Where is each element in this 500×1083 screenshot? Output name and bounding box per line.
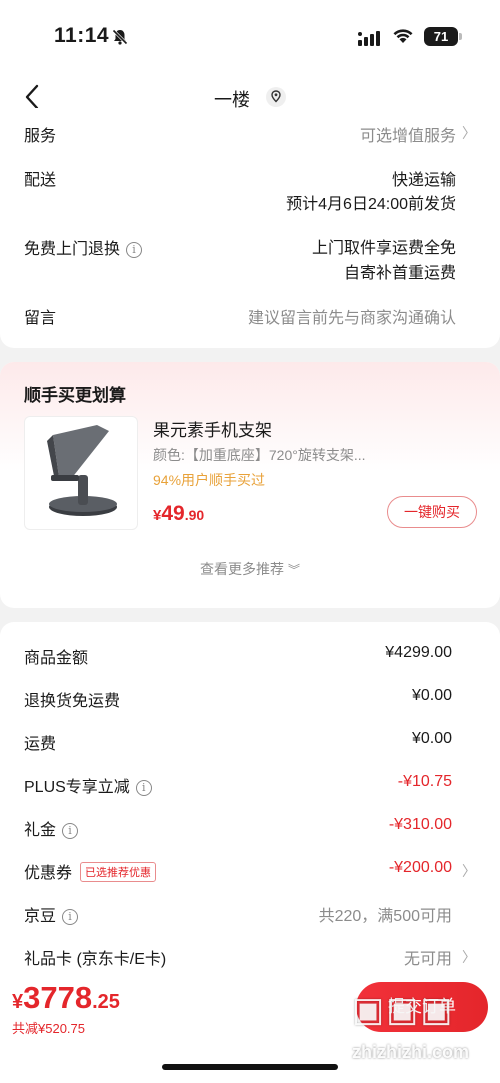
checkout-bar: ¥3778.25 共减¥520.75 提交订单 ▣▣▣ zhizhizhi.co… — [0, 978, 500, 1083]
summary-label: 商品金额 — [24, 650, 89, 667]
product-spec: 颜色:【加重底座】720°旋转支架... — [153, 447, 366, 463]
product-image[interactable] — [24, 416, 138, 530]
summary-value: ¥0.00 — [411, 687, 452, 704]
summary-label: 运费 — [24, 736, 57, 753]
price-dec: .90 — [184, 507, 205, 523]
coupon-value[interactable]: -¥200.00 — [389, 859, 452, 877]
summary-value: ¥0.00 — [411, 730, 452, 747]
phone-stand-icon — [47, 425, 117, 516]
summary-value: -¥310.00 — [388, 816, 452, 833]
chevron-down-icon: ︾ — [287, 563, 300, 577]
total-price: ¥3778.25 — [12, 980, 120, 1016]
info-icon[interactable]: i — [126, 242, 143, 258]
chevron-right-icon[interactable]: 〉 — [462, 947, 476, 967]
service-value[interactable]: 可选增值服务 — [360, 122, 456, 146]
more-recommend-link[interactable]: 查看更多推荐 ︾ — [0, 559, 500, 579]
info-icon[interactable]: i — [62, 823, 79, 839]
bought-rate: 94%用户顺手买过 — [153, 472, 266, 488]
recommend-card: 顺手买更划算 果元素手机支架 颜色:【加重底座】720°旋转支架... 94%用… — [0, 362, 500, 608]
info-icon[interactable]: i — [62, 909, 79, 925]
more-text: 查看更多推荐 — [200, 561, 285, 577]
cellular-signal-icon — [358, 31, 380, 46]
location-pin-icon[interactable] — [265, 86, 287, 108]
submit-order-button[interactable]: 提交订单 — [356, 982, 488, 1032]
summary-label: 京豆 — [24, 908, 57, 925]
summary-label: 礼品卡 (京东卡/E卡) — [24, 951, 167, 968]
total-currency: ¥ — [12, 991, 24, 1013]
gift-money-label: 礼金 i — [24, 816, 79, 840]
message-input[interactable]: 建议留言前先与商家沟通确认 — [248, 304, 456, 328]
watermark-text: zhizhizhi.com — [352, 1042, 469, 1062]
delivery-estimate: 预计4月6日24:00前发货 — [286, 196, 456, 213]
price-int: 49 — [161, 502, 185, 525]
status-bar: 11:14 71 — [0, 0, 500, 72]
summary-label: 礼金 — [24, 822, 57, 839]
gift-card-value[interactable]: 无可用 — [404, 945, 452, 969]
summary-label: 退换货免运费 — [24, 693, 121, 710]
message-label: 留言 — [24, 310, 57, 327]
bell-muted-icon — [112, 29, 128, 45]
total-saved[interactable]: 共减¥520.75 — [12, 1018, 85, 1037]
coupon-label: 优惠券 已选推荐优惠 — [24, 859, 157, 883]
one-click-buy-button[interactable]: 一键购买 — [387, 496, 477, 528]
return-label: 免费上门退换 i — [24, 235, 143, 259]
info-icon[interactable]: i — [135, 780, 152, 796]
return-value-1: 上门取件享运费全免 — [311, 240, 456, 257]
product-name[interactable]: 果元素手机支架 — [153, 416, 272, 441]
summary-label: 优惠券 — [24, 865, 73, 882]
home-indicator — [162, 1064, 338, 1070]
chevron-right-icon[interactable]: 〉 — [462, 123, 476, 143]
total-int: 3778 — [23, 980, 93, 1015]
service-label: 服务 — [24, 128, 57, 145]
battery-tip — [459, 33, 462, 40]
recommend-title: 顺手买更划算 — [24, 386, 126, 405]
delivery-label: 配送 — [24, 172, 57, 189]
coupon-tag: 已选推荐优惠 — [80, 862, 157, 882]
summary-value: -¥10.75 — [397, 773, 452, 790]
total-dec: .25 — [92, 991, 120, 1013]
wifi-icon — [393, 29, 413, 43]
return-label-text: 免费上门退换 — [24, 241, 121, 258]
summary-value: ¥4299.00 — [385, 644, 452, 661]
order-options-card: 服务 可选增值服务 〉 配送 快递运输 预计4月6日24:00前发货 免费上门退… — [0, 108, 500, 348]
delivery-method[interactable]: 快递运输 — [392, 166, 456, 190]
product-price: ¥49.90 — [153, 502, 204, 526]
return-value-2: 自寄补首重运费 — [343, 265, 456, 282]
plus-discount-label: PLUS专享立减 i — [24, 773, 152, 797]
chevron-right-icon[interactable]: 〉 — [462, 861, 476, 881]
battery-level: 71 — [424, 27, 458, 46]
summary-label: PLUS专享立减 — [24, 779, 130, 796]
back-arrow-icon[interactable] — [22, 84, 44, 110]
jingdou-value: 共220，满500可用 — [318, 908, 452, 925]
status-time: 11:14 — [54, 24, 110, 47]
jingdou-label: 京豆 i — [24, 902, 79, 926]
